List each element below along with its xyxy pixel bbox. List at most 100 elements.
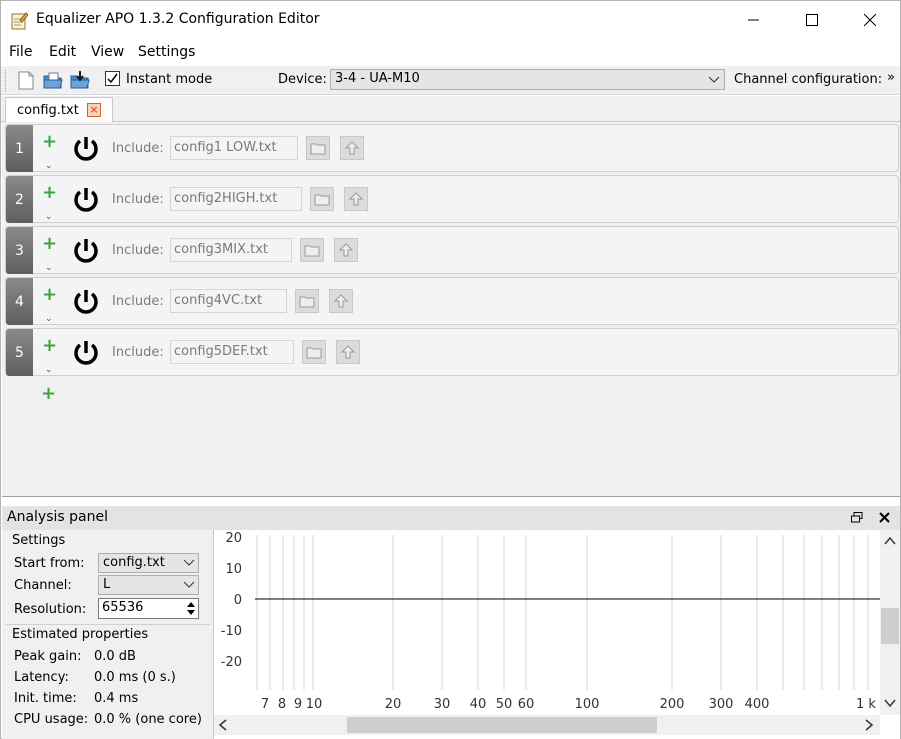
y-tick-label: -10 — [221, 624, 242, 639]
init-time-value: 0.4 ms — [94, 691, 139, 706]
resolution-spinbox[interactable]: 65536 — [98, 598, 199, 619]
include-file-input[interactable]: config5DEF.txt — [170, 340, 294, 364]
power-icon[interactable] — [72, 339, 100, 367]
analysis-title: Analysis panel — [7, 509, 108, 525]
include-file-input[interactable]: config2HIGH.txt — [170, 187, 302, 211]
maximize-button[interactable] — [783, 1, 841, 39]
cpu-usage-label: CPU usage: — [14, 712, 89, 727]
expand-chevron-icon[interactable]: ⌄ — [45, 315, 53, 324]
expand-chevron-icon[interactable]: ⌄ — [45, 366, 53, 375]
estimated-group-title: Estimated properties — [12, 627, 149, 642]
channel-select[interactable]: L — [98, 575, 199, 595]
scroll-left-icon[interactable] — [218, 719, 228, 731]
channel-label: Channel: — [14, 578, 72, 593]
arrow-up-icon — [344, 141, 360, 155]
device-select[interactable]: 3-4 - UA-M10 — [330, 69, 725, 90]
instant-mode-label: Instant mode — [126, 72, 213, 87]
include-label: Include: — [112, 243, 164, 258]
include-file-input[interactable]: config3MIX.txt — [170, 238, 292, 262]
open-include-button[interactable] — [329, 289, 353, 313]
folder-icon — [306, 347, 322, 359]
spin-arrows-icon[interactable] — [186, 600, 196, 617]
start-from-label: Start from: — [14, 556, 85, 571]
menu-settings[interactable]: Settings — [138, 44, 195, 60]
scroll-down-icon[interactable] — [884, 698, 896, 708]
expand-chevron-icon[interactable]: ⌄ — [45, 162, 53, 171]
tab-bar: config.txt × — [1, 96, 900, 123]
x-tick-label: 20 — [385, 697, 402, 712]
expand-chevron-icon[interactable]: ⌄ — [45, 213, 53, 222]
channel-value: L — [103, 577, 111, 592]
add-filter-icon[interactable]: + — [42, 286, 57, 304]
expand-chevron-icon[interactable]: ⌄ — [45, 264, 53, 273]
x-tick-label: 40 — [470, 697, 487, 712]
menu-edit[interactable]: Edit — [49, 44, 76, 60]
scroll-up-icon[interactable] — [884, 536, 896, 546]
row-number[interactable]: 4 — [6, 278, 33, 325]
tab-config[interactable]: config.txt × — [5, 97, 113, 123]
add-filter-icon[interactable]: + — [42, 133, 57, 151]
add-filter-bottom-icon[interactable]: + — [41, 385, 56, 403]
scroll-right-icon[interactable] — [864, 719, 874, 731]
horizontal-scrollbar[interactable] — [214, 715, 880, 735]
power-icon[interactable] — [72, 237, 100, 265]
browse-button[interactable] — [310, 187, 334, 211]
browse-button[interactable] — [302, 340, 326, 364]
x-tick-label: 300 — [709, 697, 734, 712]
horizontal-scroll-thumb[interactable] — [347, 717, 657, 733]
analysis-header: Analysis panel — [2, 506, 900, 530]
include-file-input[interactable]: config4VC.txt — [170, 289, 287, 313]
menu-file[interactable]: File — [9, 44, 32, 60]
browse-button[interactable] — [300, 238, 324, 262]
vertical-scroll-thumb[interactable] — [881, 608, 899, 644]
x-tick-label: 7 — [261, 697, 269, 712]
x-tick-label: 1 k — [856, 697, 876, 712]
filter-row: 3 + ⌄ Include: config3MIX.txt — [5, 226, 899, 274]
toolbar-overflow-button[interactable]: » — [887, 70, 895, 85]
filter-editor: 1 + ⌄ Include: config1 LOW.txt 2 + ⌄ Inc… — [2, 122, 900, 497]
frequency-response-graph[interactable]: 20 10 0 -10 -20 7 8 9 10 20 30 40 50 60 100 200 300 400 1 … — [213, 530, 900, 739]
instant-mode-checkbox[interactable] — [105, 71, 120, 86]
float-panel-icon[interactable] — [851, 512, 863, 523]
close-button[interactable] — [841, 1, 899, 39]
include-label: Include: — [112, 345, 164, 360]
row-number[interactable]: 2 — [6, 176, 33, 223]
open-include-button[interactable] — [344, 187, 368, 211]
power-icon[interactable] — [72, 186, 100, 214]
power-icon[interactable] — [72, 135, 100, 163]
device-value: 3-4 - UA-M10 — [335, 71, 420, 86]
toolbar-grip[interactable] — [5, 70, 8, 91]
open-include-button[interactable] — [336, 340, 360, 364]
toolbar: Instant mode Device: 3-4 - UA-M10 Channe… — [1, 66, 900, 95]
arrow-up-icon — [338, 243, 354, 257]
open-include-button[interactable] — [334, 238, 358, 262]
x-tick-label: 9 — [294, 697, 302, 712]
minimize-icon — [748, 19, 759, 21]
browse-button[interactable] — [306, 136, 330, 160]
resolution-label: Resolution: — [14, 602, 87, 617]
power-icon[interactable] — [72, 288, 100, 316]
row-number[interactable]: 1 — [6, 125, 33, 172]
add-filter-icon[interactable]: + — [42, 184, 57, 202]
start-from-select[interactable]: config.txt — [98, 553, 199, 573]
new-file-icon[interactable] — [15, 70, 37, 91]
close-panel-icon[interactable] — [879, 512, 890, 523]
x-tick-label: 50 — [496, 697, 513, 712]
app-window: Equalizer APO 1.3.2 Configuration Editor… — [0, 0, 901, 739]
save-file-icon[interactable] — [69, 70, 91, 91]
peak-gain-value: 0.0 dB — [94, 649, 136, 664]
add-filter-icon[interactable]: + — [42, 337, 57, 355]
row-number[interactable]: 5 — [6, 329, 33, 376]
tab-close-button[interactable]: × — [87, 103, 101, 117]
open-file-icon[interactable] — [42, 70, 64, 91]
start-from-value: config.txt — [103, 555, 165, 570]
minimize-button[interactable] — [725, 1, 783, 39]
browse-button[interactable] — [295, 289, 319, 313]
add-filter-icon[interactable]: + — [42, 235, 57, 253]
vertical-scrollbar[interactable] — [880, 530, 900, 715]
include-file-input[interactable]: config1 LOW.txt — [170, 136, 298, 160]
menu-view[interactable]: View — [91, 44, 124, 60]
menu-bar: File Edit View Settings — [1, 41, 900, 65]
row-number[interactable]: 3 — [6, 227, 33, 274]
open-include-button[interactable] — [340, 136, 364, 160]
